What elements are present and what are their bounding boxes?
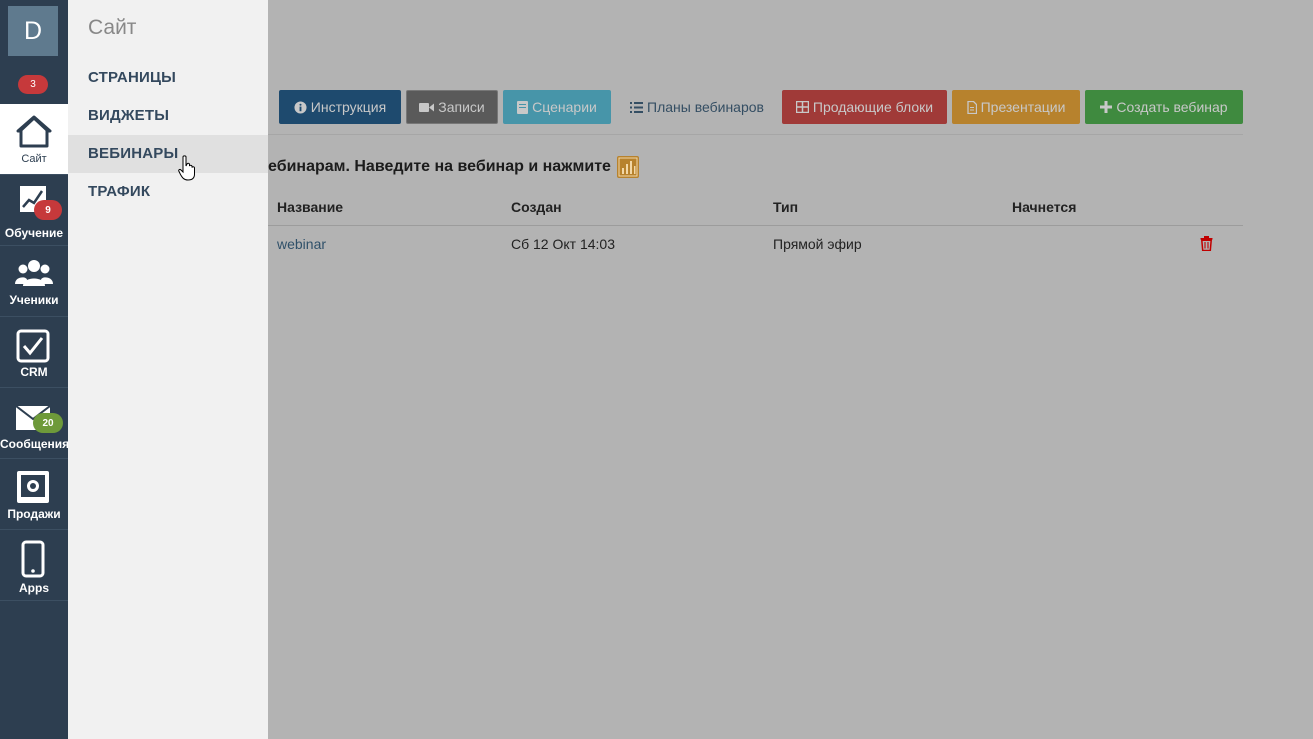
- rail-item-label: Продажи: [7, 507, 61, 521]
- button-label: Продающие блоки: [812, 99, 934, 115]
- column-header-type[interactable]: Тип: [773, 199, 798, 215]
- file-icon: [966, 100, 977, 114]
- presentations-button[interactable]: Презентации: [952, 90, 1080, 124]
- submenu-item-pages[interactable]: СТРАНИЦЫ: [68, 59, 268, 97]
- submenu-title: Сайт: [88, 16, 137, 39]
- webinar-name-link[interactable]: webinar: [277, 236, 326, 252]
- button-label: Создать вебинар: [1116, 99, 1228, 115]
- site-submenu: Сайт СТРАНИЦЫ ВИДЖЕТЫ ВЕБИНАРЫ ТРАФИК: [68, 0, 268, 739]
- phone-icon: [21, 540, 45, 578]
- rail-item-education[interactable]: 9 Обучение: [0, 175, 68, 246]
- list-icon: [630, 101, 643, 113]
- education-badge: 9: [34, 200, 62, 220]
- submenu-item-traffic[interactable]: ТРАФИК: [68, 173, 268, 211]
- plus-icon: [1100, 101, 1113, 113]
- column-header-created[interactable]: Создан: [511, 199, 562, 215]
- rail-item-apps[interactable]: Apps: [0, 530, 68, 601]
- type-cell: Прямой эфир: [773, 236, 862, 252]
- user-avatar[interactable]: D: [8, 6, 58, 56]
- info-circle-icon: [294, 100, 307, 114]
- trash-icon[interactable]: [1200, 236, 1213, 251]
- rail-item-messages[interactable]: 20 Сообщения: [0, 388, 70, 459]
- bar-chart-icon: [616, 156, 639, 178]
- button-label: Инструкция: [310, 99, 387, 115]
- rail-item-students[interactable]: Ученики: [0, 246, 68, 317]
- rail-item-label: Apps: [19, 581, 49, 595]
- instruction-hint: ебинарам. Наведите на вебинар и нажмите: [268, 156, 639, 178]
- webinar-plans-link[interactable]: Планы вебинаров: [620, 90, 774, 124]
- rail-item-label: Сообщения: [0, 437, 70, 451]
- selling-blocks-button[interactable]: Продающие блоки: [782, 90, 947, 124]
- home-icon: [16, 115, 52, 148]
- table-header-divider: [268, 225, 1243, 226]
- created-cell: Сб 12 Окт 14:03: [511, 236, 615, 252]
- scenarios-button[interactable]: Сценарии: [503, 90, 611, 124]
- rail-item-sales[interactable]: Продажи: [0, 459, 68, 530]
- create-webinar-button[interactable]: Создать вебинар: [1085, 90, 1243, 124]
- rail-item-label: Сайт: [21, 153, 47, 165]
- hand-cursor-icon: [178, 155, 195, 181]
- column-header-name[interactable]: Название: [277, 199, 343, 215]
- rail-item-label: Обучение: [4, 226, 64, 240]
- submenu-item-widgets[interactable]: ВИДЖЕТЫ: [68, 97, 268, 135]
- users-icon: [15, 260, 53, 286]
- column-header-starts[interactable]: Начнется: [1012, 199, 1076, 215]
- instruction-button[interactable]: Инструкция: [279, 90, 401, 124]
- button-label: Планы вебинаров: [647, 99, 764, 115]
- rail-item-crm[interactable]: CRM: [0, 317, 68, 388]
- main-nav-rail: D 3 Сайт 9 Обучение Ученики CRM 20 Сообщ…: [0, 0, 70, 739]
- grid-icon: [795, 101, 809, 113]
- button-label: Сценарии: [532, 99, 597, 115]
- rail-item-site[interactable]: Сайт: [0, 104, 68, 175]
- toolbar-divider: [268, 134, 1243, 135]
- rail-item-label: CRM: [20, 365, 48, 379]
- button-label: Презентации: [980, 99, 1066, 115]
- checkbox-icon: [16, 329, 50, 363]
- button-label: Записи: [438, 99, 485, 115]
- messages-badge: 20: [33, 413, 63, 433]
- rail-item-label: Ученики: [9, 293, 59, 307]
- submenu-item-webinars[interactable]: ВЕБИНАРЫ: [68, 135, 268, 173]
- notifications-badge[interactable]: 3: [18, 75, 48, 94]
- video-camera-icon: [419, 102, 435, 112]
- hint-text: ебинарам. Наведите на вебинар и нажмите: [268, 158, 611, 175]
- recordings-button[interactable]: Записи: [406, 90, 498, 124]
- book-icon: [517, 100, 529, 114]
- safe-icon: [17, 471, 49, 503]
